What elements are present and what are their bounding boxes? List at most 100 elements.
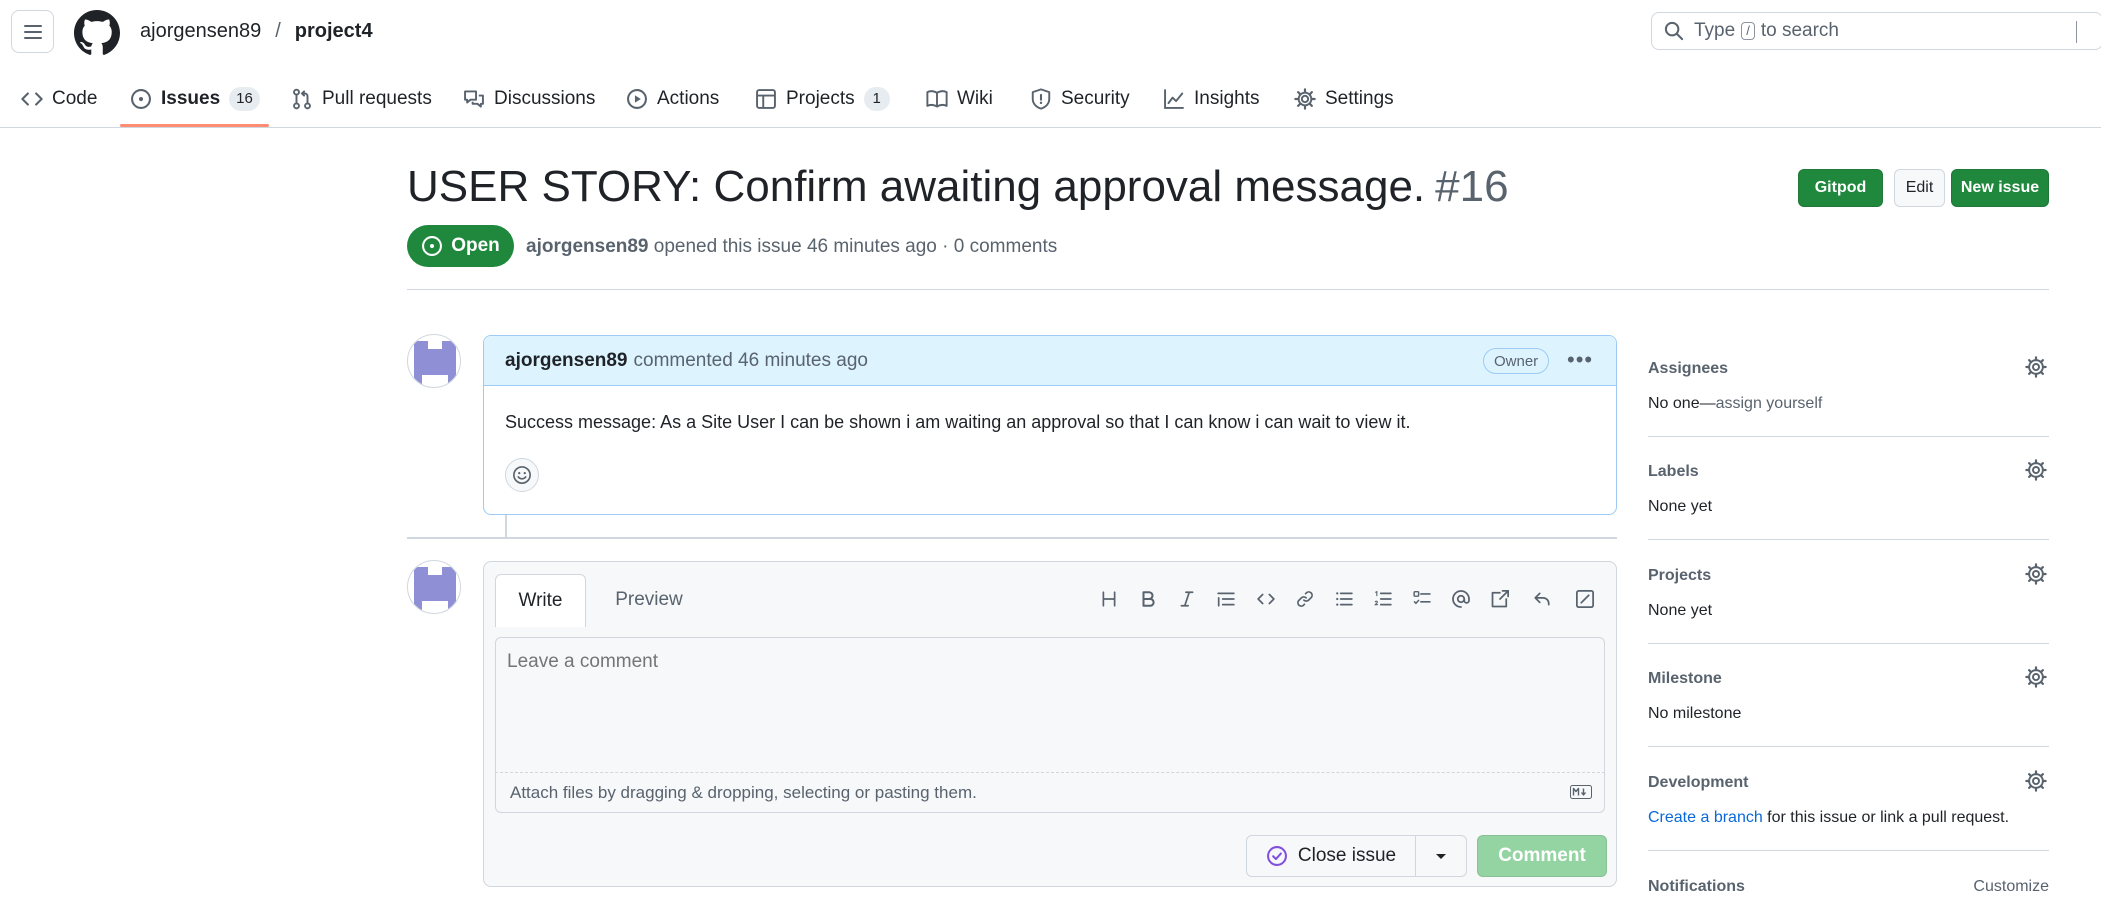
graph-icon: [1164, 89, 1184, 109]
comment-author-link[interactable]: ajorgensen89: [505, 350, 628, 372]
heading-icon[interactable]: [1094, 584, 1124, 614]
comment-textarea[interactable]: [495, 637, 1605, 773]
tasklist-icon[interactable]: [1407, 584, 1437, 614]
quote-icon[interactable]: [1211, 584, 1241, 614]
tab-code-label: Code: [52, 88, 98, 109]
add-reaction-button[interactable]: [505, 458, 539, 492]
tab-discussions[interactable]: Discussions: [463, 82, 595, 116]
app-header: ajorgensen89 / project4 Type / to search: [0, 0, 2101, 64]
sidebar-value-projects: None yet: [1648, 602, 1713, 619]
comment-button[interactable]: Comment: [1477, 835, 1607, 877]
identicon-icon: [414, 567, 456, 611]
tab-security[interactable]: Security: [1030, 82, 1130, 116]
tab-security-label: Security: [1061, 88, 1130, 109]
repo-nav: Code Issues 16 Pull requests Discussions…: [0, 72, 2101, 128]
issue-author-link[interactable]: ajorgensen89: [526, 236, 649, 257]
table-icon: [756, 89, 776, 109]
kebab-menu-icon[interactable]: •••: [1567, 349, 1593, 371]
search-icon: [1664, 21, 1684, 41]
sidebar-divider: [1648, 539, 2049, 540]
tab-issues-label: Issues: [161, 88, 221, 109]
new-comment-form: Write Preview Attach files by dragging &: [483, 561, 1617, 887]
search-placeholder-suffix: to search: [1760, 20, 1839, 41]
pull-request-icon: [293, 88, 311, 110]
sidebar-title-development: Development: [1648, 774, 1749, 791]
attach-files-bar[interactable]: Attach files by dragging & dropping, sel…: [495, 773, 1605, 813]
italic-icon[interactable]: [1172, 584, 1202, 614]
ordered-list-icon[interactable]: [1368, 584, 1398, 614]
gear-icon[interactable]: [2023, 354, 2049, 380]
breadcrumb: ajorgensen89 / project4: [140, 20, 373, 43]
tab-issues[interactable]: Issues 16: [130, 82, 260, 116]
gear-icon[interactable]: [2023, 768, 2049, 794]
fullscreen-icon[interactable]: [1570, 584, 1600, 614]
avatar[interactable]: [407, 560, 461, 614]
comment-timestamp[interactable]: commented 46 minutes ago: [634, 350, 868, 372]
search-input[interactable]: Type / to search: [1651, 12, 2101, 50]
link-icon[interactable]: [1290, 584, 1320, 614]
tab-settings[interactable]: Settings: [1294, 82, 1394, 116]
repo-name-link[interactable]: project4: [295, 20, 373, 43]
active-tab-indicator: [120, 124, 269, 127]
tab-actions[interactable]: Actions: [626, 82, 719, 116]
assignees-none: No one—: [1648, 395, 1716, 412]
search-divider: [2076, 21, 2077, 43]
github-logo-icon[interactable]: [74, 10, 120, 61]
new-issue-button[interactable]: New issue: [1951, 169, 2049, 207]
sidebar-title-milestone: Milestone: [1648, 670, 1722, 687]
issue-meta-text: opened this issue 46 minutes ago · 0 com…: [653, 236, 1058, 257]
tab-wiki-label: Wiki: [957, 88, 993, 109]
issue-number: #16: [1435, 162, 1509, 211]
mention-icon[interactable]: [1446, 584, 1476, 614]
gear-icon[interactable]: [2023, 457, 2049, 483]
tab-actions-label: Actions: [657, 88, 720, 109]
bold-icon[interactable]: [1133, 584, 1163, 614]
tab-preview[interactable]: Preview: [604, 574, 694, 626]
issue-title-text: USER STORY: Confirm awaiting approval me…: [407, 162, 1426, 211]
reply-icon[interactable]: [1527, 584, 1557, 614]
customize-link[interactable]: Customize: [1973, 878, 2049, 896]
book-icon: [926, 90, 948, 108]
projects-counter: 1: [863, 87, 890, 111]
unordered-list-icon[interactable]: [1329, 584, 1359, 614]
tab-projects-label: Projects: [786, 88, 855, 109]
gitpod-button[interactable]: Gitpod: [1798, 169, 1883, 207]
code-icon[interactable]: [1251, 584, 1281, 614]
tab-wiki[interactable]: Wiki: [926, 82, 993, 116]
tab-discussions-label: Discussions: [494, 88, 596, 109]
tab-projects[interactable]: Projects 1: [755, 82, 890, 116]
tab-code[interactable]: Code: [21, 82, 97, 116]
comment-body: Success message: As a Site User I can be…: [505, 412, 1411, 432]
identicon-icon: [414, 341, 456, 385]
close-issue-button[interactable]: Close issue: [1246, 835, 1416, 877]
create-branch-link[interactable]: Create a branch: [1648, 809, 1763, 826]
issue-title: USER STORY: Confirm awaiting approval me…: [407, 162, 1509, 212]
sidebar-value-assignees: No one—assign yourself: [1648, 395, 1822, 413]
comment-header: ajorgensen89 commented 46 minutes ago Ow…: [484, 336, 1616, 386]
issues-counter: 16: [229, 87, 260, 111]
close-issue-dropdown[interactable]: [1415, 835, 1467, 877]
close-issue-label: Close issue: [1297, 845, 1397, 866]
tab-settings-label: Settings: [1325, 88, 1394, 109]
tab-insights[interactable]: Insights: [1163, 82, 1259, 116]
owner-badge: Owner: [1483, 348, 1550, 374]
issue-meta: ajorgensen89 opened this issue 46 minute…: [526, 236, 1057, 258]
timeline-divider: [407, 537, 1617, 539]
triangle-down-icon: [1436, 854, 1446, 859]
menu-button[interactable]: [11, 10, 54, 53]
tab-pull-requests-label: Pull requests: [322, 88, 432, 109]
gear-icon: [1294, 88, 1316, 110]
sidebar-title-labels: Labels: [1648, 463, 1699, 480]
gear-icon[interactable]: [2023, 561, 2049, 587]
tab-pull-requests[interactable]: Pull requests: [291, 82, 432, 116]
assign-yourself-link[interactable]: assign yourself: [1716, 395, 1823, 412]
play-icon: [627, 89, 647, 109]
header-divider: [407, 289, 2049, 290]
discussions-icon: [464, 90, 484, 108]
avatar[interactable]: [407, 334, 461, 388]
edit-button[interactable]: Edit: [1894, 169, 1945, 207]
tab-write[interactable]: Write: [495, 574, 586, 627]
repo-owner-link[interactable]: ajorgensen89: [140, 20, 261, 43]
cross-reference-icon[interactable]: [1485, 584, 1515, 614]
gear-icon[interactable]: [2023, 664, 2049, 690]
